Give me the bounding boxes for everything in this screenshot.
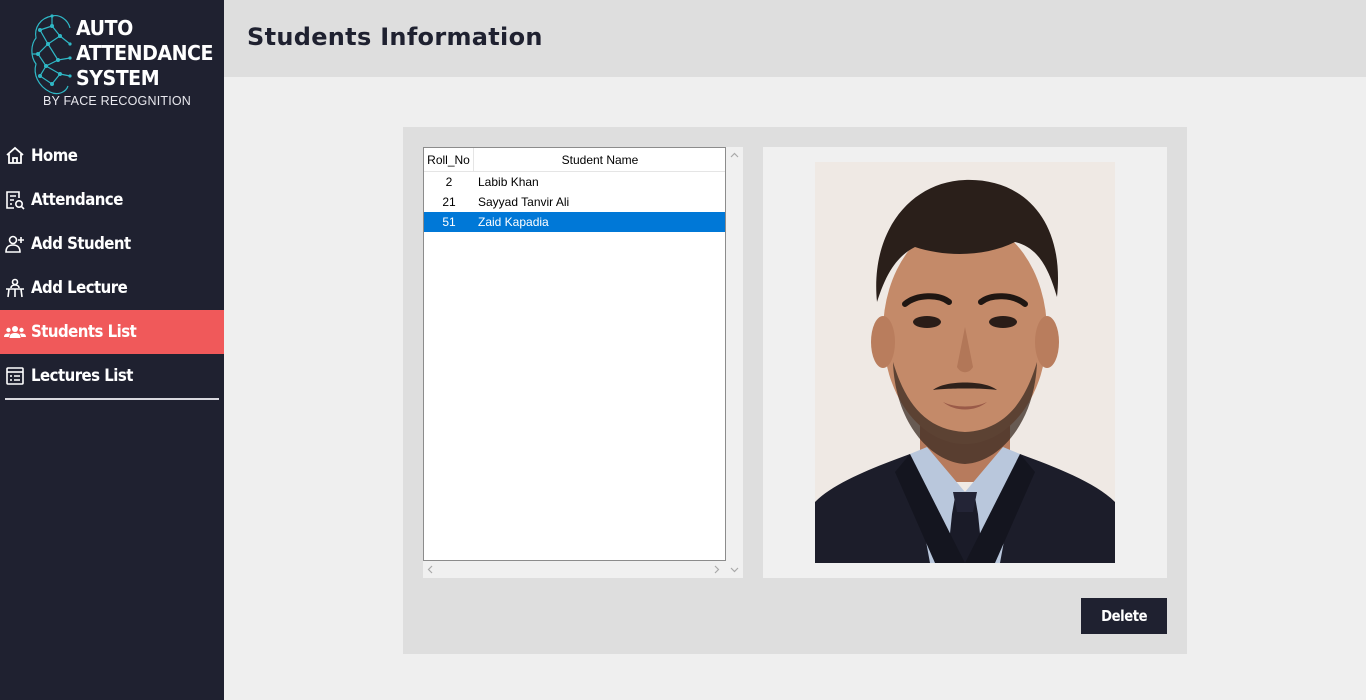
table-row[interactable]: 21 Sayyad Tanvir Ali [424,192,725,212]
lecture-icon [4,277,26,299]
vertical-scrollbar[interactable] [726,147,743,578]
horizontal-scrollbar[interactable] [423,561,726,578]
home-icon [4,145,26,167]
delete-button-label: Delete [1100,607,1148,625]
sidebar-item-label: Home [31,146,78,166]
scroll-up-icon[interactable] [730,150,739,160]
add-user-icon [4,233,26,255]
students-table[interactable]: Roll_No Student Name 2 Labib Khan 21 Say… [423,147,726,561]
logo-text-line2: ATTENDANCE [76,41,214,65]
roll-cell: 51 [442,215,456,229]
scroll-down-icon[interactable] [730,565,739,575]
student-photo-frame [763,147,1167,578]
sidebar-item-label: Students List [31,322,137,342]
sidebar-item-add-lecture[interactable]: Add Lecture [0,266,224,310]
attendance-icon [4,189,26,211]
app-logo: AUTO ATTENDANCE SYSTEM BY FACE RECOGNITI… [30,14,213,114]
name-cell: Sayyad Tanvir Ali [478,195,570,209]
sidebar-item-home[interactable]: Home [0,134,224,178]
sidebar: AUTO ATTENDANCE SYSTEM BY FACE RECOGNITI… [0,0,224,700]
column-header-student-name[interactable]: Student Name [474,148,725,172]
sidebar-item-label: Lectures List [31,366,133,386]
name-cell: Labib Khan [478,175,539,189]
sidebar-item-attendance[interactable]: Attendance [0,178,224,222]
logo-subtitle: BY FACE RECOGNITION [43,94,192,108]
table-body: 2 Labib Khan 21 Sayyad Tanvir Ali 51 Zai… [424,172,725,232]
column-header-roll-no[interactable]: Roll_No [424,148,474,172]
sidebar-item-label: Add Student [31,234,131,254]
brain-network-icon [31,14,72,95]
sidebar-divider [5,398,219,400]
page-title: Students Information [247,23,543,51]
logo-text-line3: SYSTEM [76,66,160,90]
roll-cell: 2 [445,175,453,189]
users-icon [4,321,26,343]
delete-button[interactable]: Delete [1081,598,1167,634]
list-icon [4,365,26,387]
sidebar-nav: Home Attendance Add Student Add Lecture … [0,134,224,398]
table-row[interactable]: 51 Zaid Kapadia [424,212,725,232]
table-row[interactable]: 2 Labib Khan [424,172,725,192]
sidebar-item-add-student[interactable]: Add Student [0,222,224,266]
scroll-right-icon[interactable] [714,565,720,576]
logo-text-line1: AUTO [76,16,133,40]
students-table-container: Roll_No Student Name 2 Labib Khan 21 Say… [423,147,743,578]
page-header: Students Information [224,0,1366,77]
name-cell: Zaid Kapadia [478,215,549,229]
sidebar-item-students-list[interactable]: Students List [0,310,224,354]
students-panel: Roll_No Student Name 2 Labib Khan 21 Say… [403,127,1187,654]
roll-cell: 21 [442,195,456,209]
scroll-left-icon[interactable] [427,565,433,576]
sidebar-item-label: Attendance [31,190,123,210]
sidebar-item-label: Add Lecture [31,278,128,298]
sidebar-item-lectures-list[interactable]: Lectures List [0,354,224,398]
student-photo [815,162,1115,563]
